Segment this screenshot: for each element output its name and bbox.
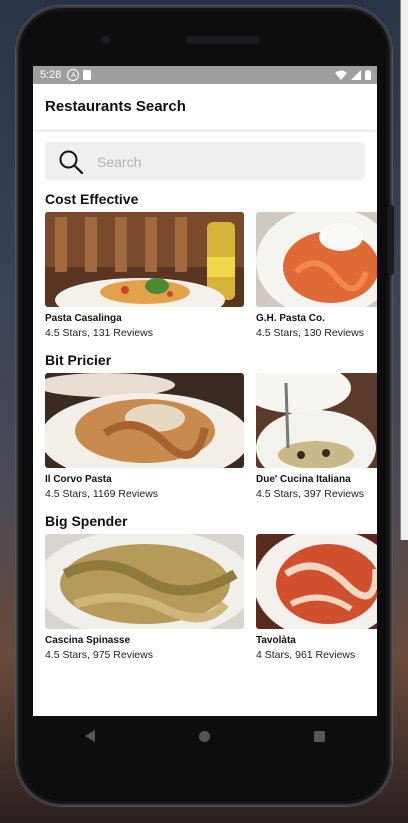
restaurant-name[interactable]: Due' Cucina Italiana — [256, 474, 377, 485]
wifi-icon — [335, 70, 347, 80]
restaurant-photo[interactable] — [45, 534, 244, 629]
back-icon[interactable] — [85, 730, 95, 742]
background-window — [400, 0, 408, 540]
earpiece-speaker — [186, 36, 260, 44]
restaurant-rating: 4.5 Stars, 130 Reviews — [256, 327, 364, 339]
battery-icon — [365, 70, 371, 80]
restaurant-rating: 4.5 Stars, 1169 Reviews — [45, 488, 159, 500]
restaurant-card[interactable]: Pasta Casalinga 4.5 Stars, 131 Reviews — [45, 212, 245, 339]
recents-icon[interactable] — [314, 730, 325, 742]
signal-icon — [351, 70, 361, 80]
restaurant-row[interactable]: Cascina Spinasse 4.5 Stars, 975 Reviews … — [45, 534, 377, 679]
restaurant-rating: 4.5 Stars, 397 Reviews — [256, 488, 364, 500]
navigation-bar — [33, 716, 377, 756]
restaurant-card[interactable]: Il Corvo Pasta 4.5 Stars, 1169 Reviews — [45, 373, 245, 500]
home-icon[interactable] — [199, 730, 210, 742]
restaurant-row[interactable]: Pasta Casalinga 4.5 Stars, 131 Reviews G… — [45, 212, 377, 357]
restaurant-card[interactable]: Tavolàta 4 Stars, 961 Reviews — [256, 534, 377, 661]
restaurant-photo[interactable] — [256, 534, 377, 629]
restaurant-card[interactable]: Due' Cucina Italiana 4.5 Stars, 397 Revi… — [256, 373, 377, 500]
restaurant-name[interactable]: Pasta Casalinga — [45, 313, 245, 324]
restaurant-name[interactable]: Il Corvo Pasta — [45, 474, 245, 485]
restaurant-name[interactable]: Tavolàta — [256, 635, 377, 646]
section-title-big-spender: Big Spender — [45, 513, 128, 529]
search-bar[interactable] — [45, 142, 365, 180]
restaurant-row[interactable]: Il Corvo Pasta 4.5 Stars, 1169 Reviews D… — [45, 373, 377, 518]
section-title-cost-effective: Cost Effective — [45, 191, 139, 207]
sim-card-icon — [83, 70, 92, 80]
page-title: Restaurants Search — [45, 98, 186, 115]
restaurant-photo[interactable] — [45, 373, 244, 468]
a-icon: A — [67, 69, 80, 81]
section-title-bit-pricier: Bit Pricier — [45, 352, 112, 368]
restaurant-photo[interactable] — [256, 212, 377, 307]
restaurant-rating: 4.5 Stars, 975 Reviews — [45, 649, 153, 661]
search-input[interactable] — [95, 151, 349, 173]
app-bar: Restaurants Search — [33, 84, 377, 131]
restaurant-photo[interactable] — [45, 212, 244, 307]
restaurant-name[interactable]: Cascina Spinasse — [45, 635, 245, 646]
search-icon[interactable] — [58, 149, 84, 175]
restaurant-card[interactable]: G.H. Pasta Co. 4.5 Stars, 130 Reviews — [256, 212, 377, 339]
power-button[interactable] — [388, 205, 394, 275]
restaurant-name[interactable]: G.H. Pasta Co. — [256, 313, 377, 324]
app-screen: 5:28 A Restaurants Search Cost Ef — [33, 66, 377, 716]
front-camera — [100, 34, 111, 45]
restaurant-rating: 4 Stars, 961 Reviews — [256, 649, 356, 661]
status-bar: 5:28 A — [33, 66, 377, 84]
restaurant-card[interactable]: Cascina Spinasse 4.5 Stars, 975 Reviews — [45, 534, 245, 661]
restaurant-rating: 4.5 Stars, 131 Reviews — [45, 327, 153, 339]
restaurant-photo[interactable] — [256, 373, 377, 468]
status-time: 5:28 — [40, 69, 62, 81]
